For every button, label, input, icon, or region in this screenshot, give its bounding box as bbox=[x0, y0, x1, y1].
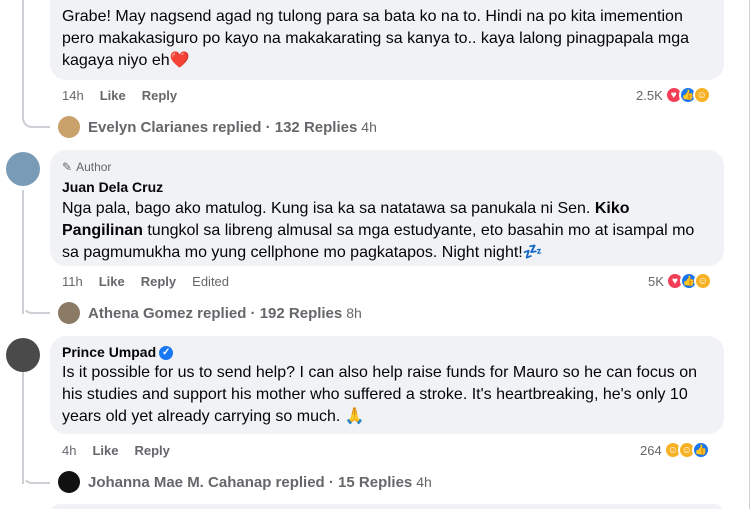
thread-line bbox=[22, 0, 50, 128]
comment-actions: 11h Like Reply Edited bbox=[62, 274, 229, 289]
comment-time[interactable]: 14h bbox=[62, 88, 84, 103]
replies-time: 4h bbox=[361, 119, 377, 135]
comment-time[interactable]: 11h bbox=[62, 274, 83, 289]
thread-line bbox=[22, 190, 50, 314]
commenter-name[interactable]: Prince Umpad ✓ bbox=[62, 342, 712, 362]
comment-text-part: Is it possible for us to send help? I ca… bbox=[62, 364, 698, 425]
author-badge: ✎ Author bbox=[62, 156, 712, 178]
reaction-count: 5K bbox=[648, 273, 664, 289]
like-button[interactable]: Like bbox=[99, 274, 125, 289]
avatar bbox=[58, 471, 80, 493]
replies-text: Evelyn Clarianes replied · 132 Replies bbox=[88, 118, 358, 136]
thread-line bbox=[22, 372, 50, 484]
like-button[interactable]: Like bbox=[92, 443, 118, 458]
zzz-emoji: 💤 bbox=[522, 244, 543, 261]
comment-bubble: ✎ Author Juan Dela Cruz Nga pala, bago a… bbox=[50, 150, 724, 266]
thread-line bbox=[22, 190, 24, 314]
reaction-summary[interactable]: 5K ♥ 👍 ☺ bbox=[648, 272, 712, 290]
view-replies[interactable]: Evelyn Clarianes replied · 132 Replies 4… bbox=[58, 116, 377, 138]
thread-line bbox=[22, 372, 24, 484]
view-replies[interactable]: Athena Gomez replied · 192 Replies 8h bbox=[58, 302, 362, 324]
avatar[interactable] bbox=[6, 152, 40, 186]
author-label: Author bbox=[76, 160, 112, 174]
reaction-count: 2.5K bbox=[636, 87, 663, 103]
comments-panel: Grabe! May nagsend agad ng tulong para s… bbox=[0, 0, 750, 509]
comment-text: Nga pala, bago ako matulog. Kung isa ka … bbox=[62, 198, 712, 264]
reply-button[interactable]: Reply bbox=[141, 274, 176, 289]
view-replies[interactable]: Johanna Mae M. Cahanap replied · 15 Repl… bbox=[58, 471, 432, 493]
verified-badge-icon: ✓ bbox=[159, 346, 174, 361]
comment-actions: 14h Like Reply bbox=[62, 88, 177, 103]
comment-text-part: Nga pala, bago ako matulog. Kung isa ka … bbox=[62, 200, 595, 217]
replies-time: 4h bbox=[416, 474, 432, 490]
comment-actions: 4h Like Reply bbox=[62, 443, 170, 458]
replies-time: 8h bbox=[346, 305, 362, 321]
reaction-summary[interactable]: 264 ☺ ☺ 👍 bbox=[640, 441, 710, 459]
replies-text: Johanna Mae M. Cahanap replied · 15 Repl… bbox=[88, 473, 413, 491]
avatar bbox=[58, 116, 80, 138]
comment-bubble: Prince Umpad ✓ Is it possible for us to s… bbox=[50, 336, 724, 434]
reply-button[interactable]: Reply bbox=[142, 88, 177, 103]
heart-emoji: ❤️ bbox=[169, 52, 190, 69]
care-icon: ☺ bbox=[693, 272, 712, 290]
comment-text: Grabe! May nagsend agad ng tulong para s… bbox=[62, 8, 690, 69]
comment-text: Is it possible for us to send help? I ca… bbox=[62, 362, 712, 428]
avatar[interactable] bbox=[6, 338, 40, 372]
care-icon: ☺ bbox=[692, 86, 711, 104]
avatar bbox=[58, 302, 80, 324]
comment-bubble: Grabe! May nagsend agad ng tulong para s… bbox=[50, 0, 724, 80]
reply-button[interactable]: Reply bbox=[134, 443, 169, 458]
edited-label: Edited bbox=[192, 274, 230, 289]
reaction-count: 264 bbox=[640, 442, 662, 458]
replies-text: Athena Gomez replied · 192 Replies bbox=[88, 304, 343, 322]
comment-text-part: tungkol sa libreng almusal sa mga estudy… bbox=[62, 222, 695, 261]
reaction-summary[interactable]: 2.5K ♥ 👍 ☺ bbox=[636, 86, 711, 104]
comment-bubble bbox=[50, 504, 724, 509]
pray-emoji: 🙏 bbox=[344, 408, 365, 425]
like-button[interactable]: Like bbox=[100, 88, 126, 103]
like-icon: 👍 bbox=[691, 441, 710, 459]
pencil-icon: ✎ bbox=[62, 160, 73, 174]
commenter-name[interactable]: Juan Dela Cruz bbox=[62, 178, 712, 196]
comment-time[interactable]: 4h bbox=[62, 443, 76, 458]
commenter-name-text: Prince Umpad bbox=[62, 344, 157, 360]
